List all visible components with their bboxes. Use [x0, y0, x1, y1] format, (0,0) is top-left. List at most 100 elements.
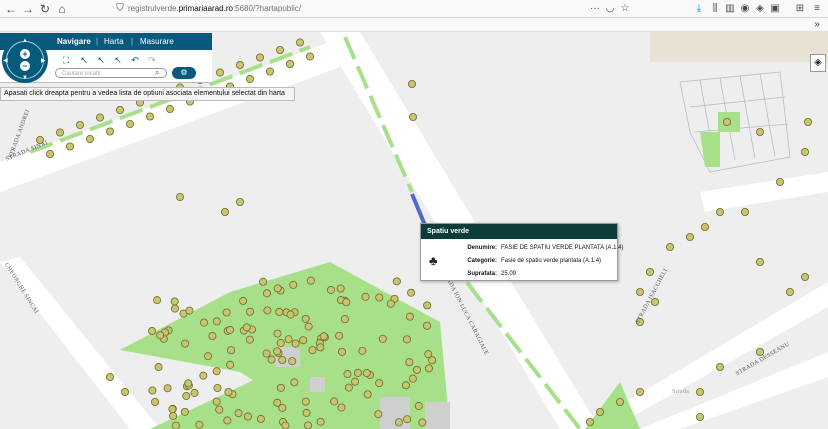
- tree-marker[interactable]: [208, 332, 217, 341]
- redo-icon[interactable]: ↷: [146, 55, 158, 65]
- tree-marker[interactable]: [304, 421, 313, 429]
- tree-marker[interactable]: [336, 284, 345, 293]
- tree-marker[interactable]: [275, 307, 284, 316]
- pocket-icon[interactable]: ◡: [603, 2, 617, 16]
- tree-marker[interactable]: [267, 355, 276, 364]
- tree-marker[interactable]: [276, 338, 285, 347]
- tree-marker[interactable]: [235, 60, 244, 69]
- tab-harta[interactable]: Harta: [104, 37, 124, 46]
- zoom-in-button[interactable]: +: [20, 49, 30, 59]
- tree-marker[interactable]: [286, 310, 295, 319]
- tree-marker[interactable]: [375, 379, 384, 388]
- tree-marker[interactable]: [401, 381, 410, 390]
- pan-compass[interactable]: ▲ ▼ ◀ ▶ + −: [2, 37, 48, 83]
- tree-marker[interactable]: [278, 403, 287, 412]
- tree-marker[interactable]: [170, 297, 179, 306]
- search-icon[interactable]: ⌕: [155, 68, 159, 78]
- tree-marker[interactable]: [291, 339, 300, 348]
- tree-marker[interactable]: [756, 257, 765, 266]
- tree-marker[interactable]: [265, 67, 274, 76]
- tree-marker[interactable]: [224, 387, 233, 396]
- tree-marker[interactable]: [256, 414, 265, 423]
- tree-marker[interactable]: [596, 407, 605, 416]
- tree-marker[interactable]: [290, 378, 299, 387]
- tree-marker[interactable]: [289, 280, 298, 289]
- tree-marker[interactable]: [414, 402, 423, 411]
- undo-icon[interactable]: ↶: [129, 55, 141, 65]
- tree-marker[interactable]: [281, 421, 290, 429]
- tree-marker[interactable]: [386, 299, 395, 308]
- tree-marker[interactable]: [716, 207, 725, 216]
- tree-marker[interactable]: [306, 276, 315, 285]
- tree-marker[interactable]: [801, 148, 810, 157]
- more-actions-icon[interactable]: ···: [588, 2, 602, 16]
- account-icon[interactable]: ◉: [738, 2, 752, 16]
- tree-marker[interactable]: [148, 326, 157, 335]
- tree-marker[interactable]: [262, 349, 271, 358]
- pan-right-icon[interactable]: ▶: [41, 57, 46, 64]
- tree-marker[interactable]: [255, 53, 264, 62]
- tree-marker[interactable]: [96, 113, 105, 122]
- tree-marker[interactable]: [326, 285, 335, 294]
- tree-marker[interactable]: [362, 369, 371, 378]
- reload-icon[interactable]: ↻: [37, 1, 53, 17]
- tree-marker[interactable]: [235, 197, 244, 206]
- tree-marker[interactable]: [212, 317, 221, 326]
- tree-marker[interactable]: [337, 403, 346, 412]
- sidebar-icon[interactable]: ▥: [723, 2, 737, 16]
- full-extent-icon[interactable]: ⛶: [60, 55, 72, 65]
- tree-marker[interactable]: [696, 387, 705, 396]
- tree-marker[interactable]: [337, 347, 346, 356]
- tree-marker[interactable]: [284, 335, 293, 344]
- tree-marker[interactable]: [148, 386, 157, 395]
- tree-marker[interactable]: [212, 367, 221, 376]
- download-icon[interactable]: ⤓: [692, 2, 706, 16]
- tree-marker[interactable]: [344, 383, 353, 392]
- tree-marker[interactable]: [212, 397, 221, 406]
- tree-marker[interactable]: [199, 371, 208, 380]
- tree-marker[interactable]: [361, 292, 370, 301]
- tree-marker[interactable]: [215, 405, 224, 414]
- tree-marker[interactable]: [288, 357, 297, 366]
- tree-marker[interactable]: [239, 296, 248, 305]
- tree-marker[interactable]: [374, 410, 383, 419]
- tree-marker[interactable]: [185, 306, 194, 315]
- tree-marker[interactable]: [316, 343, 325, 352]
- tree-marker[interactable]: [220, 207, 229, 216]
- tree-marker[interactable]: [424, 364, 433, 373]
- tree-marker[interactable]: [701, 222, 710, 231]
- tree-marker[interactable]: [204, 352, 213, 361]
- tree-marker[interactable]: [636, 387, 645, 396]
- tree-marker[interactable]: [150, 397, 159, 406]
- tree-marker[interactable]: [402, 335, 411, 344]
- tree-marker[interactable]: [586, 417, 595, 426]
- tree-marker[interactable]: [801, 272, 810, 281]
- library-icon[interactable]: ⫼: [708, 2, 722, 16]
- tree-marker[interactable]: [190, 388, 199, 397]
- tree-marker[interactable]: [330, 397, 339, 406]
- overflow-chevron[interactable]: »: [810, 18, 824, 32]
- tree-marker[interactable]: [121, 387, 130, 396]
- tree-marker[interactable]: [154, 363, 163, 372]
- tree-marker[interactable]: [262, 289, 271, 298]
- select-plus-icon[interactable]: ↖: [95, 55, 107, 65]
- select-icon[interactable]: ↖: [78, 55, 90, 65]
- tree-marker[interactable]: [246, 307, 255, 316]
- tab-masurare[interactable]: Masurare: [140, 37, 174, 46]
- tree-marker[interactable]: [696, 412, 705, 421]
- tree-marker[interactable]: [156, 331, 165, 340]
- tree-marker[interactable]: [226, 360, 235, 369]
- extension-icon[interactable]: ◈: [753, 2, 767, 16]
- tree-marker[interactable]: [407, 288, 416, 297]
- tree-marker[interactable]: [308, 346, 317, 355]
- pan-left-icon[interactable]: ◀: [3, 57, 8, 64]
- tree-marker[interactable]: [412, 365, 421, 374]
- tree-marker[interactable]: [316, 417, 325, 426]
- tree-marker[interactable]: [776, 177, 785, 186]
- tree-marker[interactable]: [342, 298, 351, 307]
- tree-marker[interactable]: [181, 339, 190, 348]
- tree-marker[interactable]: [245, 335, 254, 344]
- tree-marker[interactable]: [392, 277, 401, 286]
- tree-marker[interactable]: [405, 358, 414, 367]
- tree-marker[interactable]: [116, 106, 125, 115]
